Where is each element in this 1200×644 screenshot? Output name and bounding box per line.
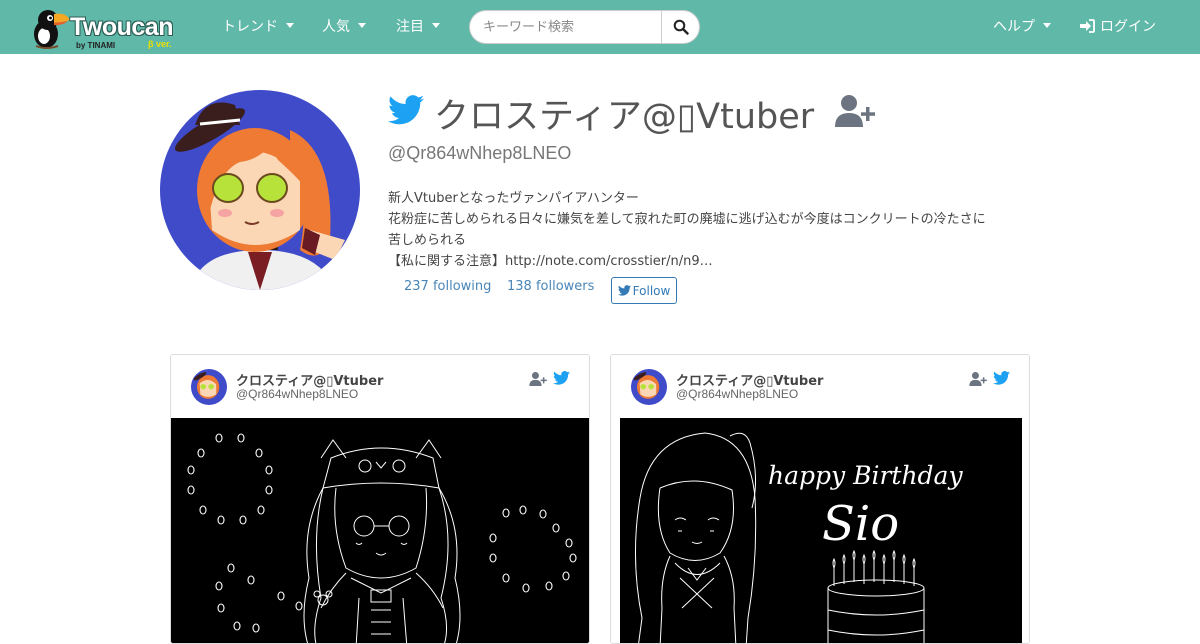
- nav-menu-trend[interactable]: トレンド: [222, 16, 294, 36]
- add-user-icon[interactable]: [835, 95, 877, 127]
- profile-name: クロスティア@▯Vtuber: [434, 97, 815, 137]
- following-count-link[interactable]: 237 following: [404, 279, 491, 294]
- beta-badge: β ver.: [148, 39, 172, 49]
- add-user-icon[interactable]: [529, 372, 548, 386]
- help-label: ヘルプ: [993, 19, 1035, 35]
- card-avatar[interactable]: [191, 369, 227, 405]
- bio-line: 苦しめられる: [388, 233, 467, 248]
- caret-down-icon: [432, 23, 440, 28]
- caret-down-icon: [1043, 23, 1051, 28]
- bio-line: 新人Vtuberとなったヴァンパイアハンター: [388, 191, 639, 206]
- nav-login[interactable]: ログイン: [1080, 16, 1156, 36]
- sign-in-icon: [1080, 19, 1095, 33]
- login-label: ログイン: [1100, 19, 1156, 35]
- twitter-icon: [388, 95, 424, 125]
- bio-line: 【私に関する注意】http://note.com/crosstier/n/n9…: [388, 254, 713, 269]
- add-user-icon[interactable]: [969, 372, 988, 386]
- card-avatar[interactable]: [631, 369, 667, 405]
- twoucan-logo[interactable]: Twoucan by TINAMI β ver.: [30, 6, 175, 50]
- twitter-icon[interactable]: [993, 371, 1010, 385]
- bio-line: 花粉症に苦しめられる日々に嫌気を差して寂れた町の廃墟に逃げ込むが今度はコンクリー…: [388, 212, 986, 227]
- caret-down-icon: [286, 23, 294, 28]
- anime-girl-avatar-icon: [191, 369, 227, 405]
- tweet-card[interactable]: クロスティア@▯Vtuber @Qr864wNhep8LNEO happy Bi…: [610, 354, 1030, 644]
- profile-bio: 新人Vtuberとなったヴァンパイアハンター 花粉症に苦しめられる日々に嫌気を差…: [388, 188, 1048, 272]
- profile-avatar: [160, 90, 360, 290]
- image-caption-line-1: happy Birthday: [768, 461, 963, 490]
- follow-label: Follow: [632, 283, 671, 298]
- nav-menu-featured[interactable]: 注目: [396, 16, 440, 36]
- nav-menu-label: 人気: [322, 19, 350, 35]
- anime-girl-avatar-icon: [160, 90, 360, 290]
- search-button[interactable]: [661, 10, 700, 44]
- search-input[interactable]: [469, 10, 662, 44]
- brand-subtitle: by TINAMI: [76, 41, 116, 50]
- birthday-line-art-icon: happy Birthday Sio: [634, 432, 963, 643]
- nav-help[interactable]: ヘルプ: [993, 16, 1051, 36]
- card-author-handle: @Qr864wNhep8LNEO: [676, 387, 799, 401]
- caret-down-icon: [358, 23, 366, 28]
- image-caption-line-2: Sio: [822, 496, 899, 552]
- profile-handle: @Qr864wNhep8LNEO: [388, 143, 572, 163]
- twitter-icon: [617, 285, 631, 296]
- card-author-handle: @Qr864wNhep8LNEO: [236, 387, 359, 401]
- search-icon: [673, 19, 689, 35]
- nav-menu-label: 注目: [396, 19, 424, 35]
- top-navbar: Twoucan by TINAMI β ver. トレンド 人気 注目 ヘルプ …: [0, 0, 1200, 54]
- tweet-card[interactable]: クロスティア@▯Vtuber @Qr864wNhep8LNEO: [170, 354, 590, 644]
- brand-name: Twoucan: [70, 13, 173, 41]
- toucan-logo-icon: [34, 10, 70, 49]
- tweet-image[interactable]: [171, 418, 589, 643]
- tweet-image[interactable]: happy Birthday Sio: [620, 418, 1022, 643]
- nav-menu-popular[interactable]: 人気: [322, 16, 366, 36]
- nav-menu-label: トレンド: [222, 19, 278, 35]
- follow-button[interactable]: Follow: [611, 277, 677, 304]
- anime-girl-avatar-icon: [631, 369, 667, 405]
- birthday-cake-icon: [827, 549, 925, 643]
- twitter-icon[interactable]: [553, 371, 570, 385]
- search-form: [469, 10, 700, 44]
- followers-count-link[interactable]: 138 followers: [507, 279, 594, 294]
- chibi-line-art-icon: [187, 433, 577, 643]
